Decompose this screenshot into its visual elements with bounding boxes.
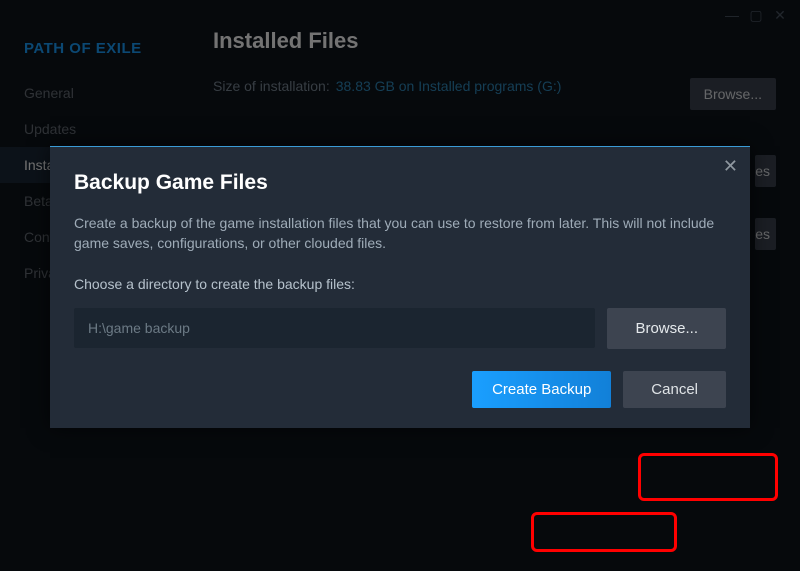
modal-footer: Create Backup Cancel [74, 371, 726, 408]
backup-path-input[interactable]: H:\game backup [74, 308, 595, 348]
close-icon[interactable]: ✕ [723, 157, 738, 175]
browse-button[interactable]: Browse... [607, 308, 726, 349]
modal-title: Backup Game Files [74, 171, 726, 195]
path-row: H:\game backup Browse... [74, 308, 726, 349]
modal-description: Create a backup of the game installation… [74, 213, 726, 254]
backup-modal: ✕ Backup Game Files Create a backup of t… [50, 146, 750, 428]
create-backup-button[interactable]: Create Backup [472, 371, 611, 408]
cancel-button[interactable]: Cancel [623, 371, 726, 408]
choose-directory-label: Choose a directory to create the backup … [74, 276, 726, 292]
